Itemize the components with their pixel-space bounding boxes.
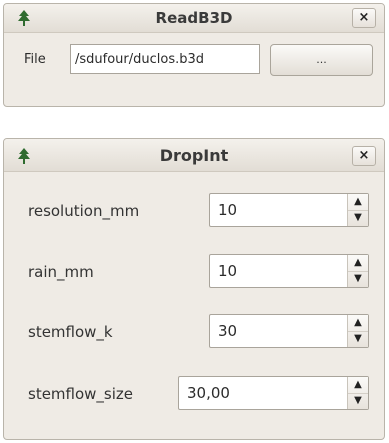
rain-mm-value[interactable]: 10 (218, 262, 237, 280)
dropint-window: DropInt × resolution_mm 10 ▲ ▼ rain_mm 1… (3, 138, 385, 440)
arrow-down-icon[interactable]: ▼ (348, 393, 368, 409)
stemflow-size-spinbox[interactable]: 30,00 ▲ ▼ (178, 376, 369, 410)
resolution-mm-label: resolution_mm (28, 202, 140, 220)
stemflow-k-value[interactable]: 30 (218, 322, 237, 340)
arrow-down-icon[interactable]: ▼ (348, 331, 368, 347)
browse-button[interactable]: ... (270, 44, 373, 76)
window-title: DropInt (159, 146, 229, 165)
arrow-up-icon[interactable]: ▲ (348, 377, 368, 394)
arrow-up-icon[interactable]: ▲ (348, 194, 368, 211)
stemflow-k-label: stemflow_k (28, 323, 113, 341)
close-icon: × (358, 10, 370, 25)
arrow-down-icon[interactable]: ▼ (348, 210, 368, 226)
file-path-input[interactable] (70, 44, 260, 74)
spin-arrows: ▲ ▼ (347, 315, 368, 347)
close-button[interactable]: × (352, 146, 376, 166)
stemflow-size-value[interactable]: 30,00 (187, 384, 230, 402)
stemflow-size-label: stemflow_size (28, 385, 134, 403)
window-title: ReadB3D (155, 9, 233, 27)
readb3d-titlebar[interactable]: ReadB3D × (4, 4, 384, 33)
close-button[interactable]: × (352, 8, 376, 28)
resolution-mm-spinbox[interactable]: 10 ▲ ▼ (209, 193, 369, 227)
arrow-down-icon[interactable]: ▼ (348, 271, 368, 287)
stemflow-k-spinbox[interactable]: 30 ▲ ▼ (209, 314, 369, 348)
spin-arrows: ▲ ▼ (347, 377, 368, 409)
readb3d-window: ReadB3D × File ... (3, 3, 385, 107)
arrow-up-icon[interactable]: ▲ (348, 255, 368, 272)
rain-mm-spinbox[interactable]: 10 ▲ ▼ (209, 254, 369, 288)
spin-arrows: ▲ ▼ (347, 194, 368, 226)
dropint-titlebar[interactable]: DropInt × (4, 139, 384, 172)
file-label: File (24, 52, 46, 67)
resolution-mm-value[interactable]: 10 (218, 201, 237, 219)
close-icon: × (358, 148, 370, 163)
rain-mm-label: rain_mm (28, 263, 94, 281)
arrow-up-icon[interactable]: ▲ (348, 315, 368, 332)
spin-arrows: ▲ ▼ (347, 255, 368, 287)
